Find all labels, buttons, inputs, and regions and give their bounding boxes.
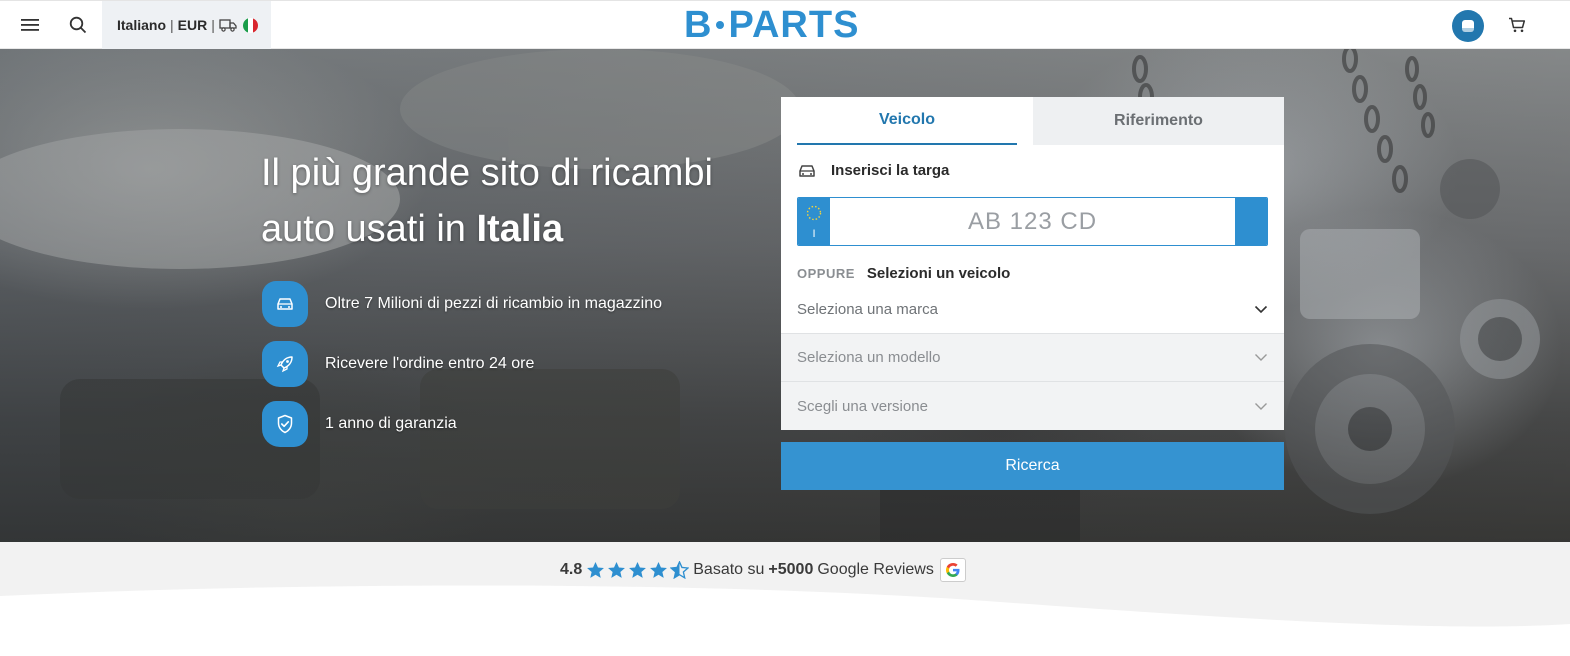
or-label: OPPURE	[797, 266, 855, 281]
version-select[interactable]: Scegli una versione	[781, 382, 1284, 430]
google-icon	[939, 558, 966, 582]
feature-badge	[262, 401, 308, 447]
cart-icon	[1509, 17, 1526, 33]
page: Italiano | EUR | B PARTS Il più grande s…	[0, 0, 1570, 656]
star-icon	[587, 561, 605, 578]
make-select-placeholder: Seleziona una marca	[797, 301, 938, 318]
hero-title-line1: Il più grande sito di ricambi	[261, 152, 713, 194]
section-wave	[0, 585, 1570, 656]
feature-item: 1 anno di garanzia	[262, 401, 457, 447]
vehicle-search-panel: Veicolo Riferimento Inserisci la targa I…	[781, 97, 1284, 430]
logo-dot	[716, 21, 725, 29]
language-label: Italiano	[117, 17, 167, 33]
tab-reference[interactable]: Riferimento	[1033, 97, 1284, 145]
currency-label: EUR	[177, 17, 208, 33]
hero-title: Il più grande sito di ricambi auto usati…	[261, 145, 781, 257]
hero-title-highlight: Italia	[476, 208, 564, 250]
account-icon	[1462, 20, 1474, 32]
site-logo[interactable]: B PARTS	[684, 3, 860, 46]
select-vehicle-label: Selezioni un veicolo	[866, 265, 1011, 282]
menu-icon	[21, 19, 39, 31]
star-icon	[608, 561, 626, 578]
or-divider: OPPURE Selezioni un veicolo	[797, 265, 1010, 282]
car-icon	[799, 164, 815, 177]
review-source: Google Reviews	[817, 561, 934, 578]
chevron-down-icon	[1255, 354, 1267, 361]
half-star-icon	[670, 561, 690, 579]
plate-label: Inserisci la targa	[797, 162, 949, 179]
license-plate-field: I	[797, 197, 1268, 246]
search-button[interactable]	[67, 14, 89, 36]
rocket-icon	[276, 356, 293, 373]
star-icon	[629, 561, 647, 578]
hero-title-line2: auto usati in	[261, 208, 477, 250]
locale-separator: |	[170, 17, 174, 33]
feature-item: Ricevere l'ordine entro 24 ore	[262, 341, 534, 387]
car-icon	[277, 298, 293, 310]
account-button[interactable]	[1452, 10, 1484, 42]
feature-item: Oltre 7 Milioni di pezzi di ricambio in …	[262, 281, 662, 327]
site-header: Italiano | EUR | B PARTS	[0, 0, 1570, 49]
chevron-down-icon	[1255, 402, 1267, 410]
make-select[interactable]: Seleziona una marca	[781, 286, 1284, 334]
model-select[interactable]: Seleziona un modello	[781, 334, 1284, 382]
version-select-placeholder: Scegli una versione	[797, 397, 928, 415]
plate-label-text: Inserisci la targa	[831, 162, 950, 179]
search-tabs: Veicolo Riferimento	[781, 97, 1284, 145]
logo-letter: B	[684, 3, 713, 46]
based-on-label: Basato su	[693, 561, 765, 578]
eu-plate-strip: I	[798, 198, 830, 245]
search-icon	[69, 16, 87, 34]
eu-stars-icon	[806, 205, 822, 220]
reviews-summary[interactable]: 4.8 Basato su +5000 Google Reviews	[560, 558, 966, 582]
locale-selector[interactable]: Italiano | EUR |	[102, 1, 271, 49]
model-select-placeholder: Seleziona un modello	[797, 349, 941, 366]
feature-text: Ricevere l'ordine entro 24 ore	[325, 355, 535, 372]
plate-end-strip	[1235, 198, 1267, 245]
truck-icon	[219, 19, 237, 32]
chevron-down-icon	[1254, 305, 1268, 314]
country-code: I	[812, 227, 816, 240]
tab-vehicle[interactable]: Veicolo	[797, 97, 1017, 145]
feature-badge	[262, 281, 308, 327]
feature-badge	[262, 341, 308, 387]
star-icon	[650, 561, 668, 578]
license-plate-input[interactable]	[830, 198, 1235, 245]
feature-text: Oltre 7 Milioni di pezzi di ricambio in …	[325, 295, 663, 312]
logo-text: PARTS	[728, 3, 860, 46]
review-count: +5000	[768, 561, 814, 578]
reviews-section: 4.8 Basato su +5000 Google Reviews	[0, 542, 1570, 656]
search-submit-button[interactable]: Ricerca	[781, 442, 1284, 490]
locale-separator: |	[211, 17, 215, 33]
feature-text: 1 anno di garanzia	[325, 415, 457, 432]
shield-check-icon	[277, 414, 293, 434]
rating-score: 4.8	[560, 561, 583, 578]
rating-stars	[586, 561, 690, 579]
cart-button[interactable]	[1506, 14, 1528, 36]
menu-button[interactable]	[19, 14, 41, 36]
italy-flag-icon	[242, 17, 258, 33]
